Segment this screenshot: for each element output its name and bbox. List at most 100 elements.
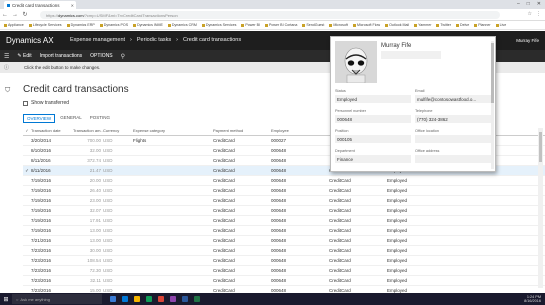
table-row[interactable]: 7/19/2016 13.00 USD CreditCard 000648 CreditC…: [23, 226, 545, 236]
cell-employee: 000027: [271, 138, 287, 143]
grid-scrollbar[interactable]: [538, 128, 543, 288]
table-row[interactable]: 7/19/2016 20.00 USD CreditCard 000648 CreditC…: [23, 176, 545, 186]
table-row[interactable]: 7/19/2016 23.00 USD CreditCard 000648 CreditC…: [23, 196, 545, 206]
card-scroll-thumb[interactable]: [491, 43, 494, 103]
bookmark-item[interactable]: Microsoft Flow: [353, 23, 380, 27]
card-personnel-value[interactable]: 000648: [335, 115, 411, 123]
edit-button[interactable]: ✎ Edit: [17, 53, 31, 59]
card-scrollbar[interactable]: [491, 41, 494, 169]
bookmark-item[interactable]: Yammer: [414, 23, 431, 27]
cell-transaction-date: 7/21/2016: [31, 238, 52, 243]
grid-scroll-thumb[interactable]: [539, 132, 542, 162]
menu-icon[interactable]: ⋮: [536, 11, 541, 17]
tab-overview[interactable]: OVERVIEW: [23, 114, 56, 123]
cell-payment-method-2: CreditCard: [329, 208, 351, 213]
import-transactions-button[interactable]: Import transactions: [40, 53, 83, 59]
bookmark-item[interactable]: Dynamics ERP: [67, 23, 95, 27]
bookmark-item[interactable]: Twitter: [436, 23, 451, 27]
card-position-value[interactable]: 000105: [335, 135, 411, 143]
tab-posting[interactable]: POSTING: [87, 114, 113, 123]
cell-transaction-date: 7/19/2016: [31, 178, 52, 183]
hamburger-icon[interactable]: ☰: [4, 53, 9, 60]
current-user[interactable]: Murray Fife: [516, 38, 539, 43]
bookmark-item[interactable]: Lifecycle Services: [29, 23, 62, 27]
table-row[interactable]: 7/21/2016 13.00 USD CreditCard 000648 CreditC…: [23, 236, 545, 246]
header-expense-category[interactable]: Expense category: [133, 128, 213, 133]
select-all-checkmark-icon[interactable]: ✓: [23, 128, 31, 133]
header-transaction-amount[interactable]: Transaction am...: [73, 128, 103, 133]
show-transferred-toggle[interactable]: Show transferred: [23, 100, 69, 106]
excel-icon[interactable]: [194, 296, 200, 302]
window-close-icon[interactable]: ✕: [537, 1, 541, 7]
onenote-icon[interactable]: [170, 296, 176, 302]
bookmark-item[interactable]: SendGuest: [302, 23, 324, 27]
table-row[interactable]: 7/19/2016 26.40 USD CreditCard 000648 CreditC…: [23, 186, 545, 196]
show-transferred-checkbox[interactable]: [23, 100, 28, 106]
bookmark-item[interactable]: Power BI: [241, 23, 260, 27]
windows-start-icon[interactable]: ⊞: [0, 293, 12, 305]
cell-transaction-date: 8/10/2016: [31, 148, 52, 153]
star-icon[interactable]: ☆: [528, 11, 532, 17]
options-tab[interactable]: OPTIONS: [90, 53, 113, 59]
cell-currency: USD: [103, 158, 113, 163]
edge-icon[interactable]: [122, 296, 128, 302]
bookmark-item[interactable]: Dynamics Services: [202, 23, 237, 27]
task-view-icon[interactable]: [110, 296, 116, 302]
cell-employee: 000648: [271, 158, 287, 163]
breadcrumb-item-expense-management[interactable]: Expense management: [70, 37, 125, 43]
header-currency[interactable]: Currency: [103, 128, 133, 133]
message-text: Click the edit button to make changes.: [24, 65, 101, 70]
browser-tab[interactable]: Credit card transactions ✕: [4, 1, 76, 9]
minimize-icon[interactable]: –: [517, 1, 520, 7]
breadcrumb-item-periodic-tasks[interactable]: Periodic tasks: [137, 37, 171, 43]
url-rest: /?cmp=USMF&mi=TrvCreditCardTransactionsP…: [83, 12, 178, 18]
table-row[interactable]: 7/19/2016 17.91 USD CreditCard 000648 CreditC…: [23, 216, 545, 226]
chrome-icon[interactable]: [158, 296, 164, 302]
page-title: Credit card transactions: [23, 84, 129, 95]
filter-icon[interactable]: ⛉: [5, 87, 10, 95]
bookmark-item[interactable]: Power BI Cortana: [265, 23, 297, 27]
bookmark-item[interactable]: Appliance: [4, 23, 24, 27]
table-row[interactable]: 7/23/2016 72.30 USD CreditCard 000648 CreditC…: [23, 266, 545, 276]
search-icon[interactable]: ⚲: [121, 53, 125, 60]
cell-transaction-date: 7/23/2016: [31, 268, 52, 273]
bookmark-item[interactable]: Planner: [474, 23, 490, 27]
bookmark-item[interactable]: Live: [496, 23, 507, 27]
header-payment-method[interactable]: Payment method: [213, 128, 271, 133]
bookmark-item[interactable]: Dynamics INME: [133, 23, 163, 27]
word-icon[interactable]: [182, 296, 188, 302]
cell-transaction-date: 8/11/2016: [31, 158, 51, 163]
header-employee[interactable]: Employee: [271, 128, 329, 133]
file-explorer-icon[interactable]: [134, 296, 140, 302]
bookmark-item[interactable]: Dynamics CRM: [168, 23, 197, 27]
url-field[interactable]: https://dynamics.com/?cmp=USMF&mi=TrvCre…: [40, 11, 500, 19]
header-transaction-date[interactable]: Transaction date: [31, 128, 73, 133]
taskbar-search[interactable]: ○ Ask me anything: [12, 294, 102, 304]
bookmark-item[interactable]: Microsoft: [329, 23, 348, 27]
tab-close-icon[interactable]: ✕: [71, 3, 74, 8]
back-icon[interactable]: ←: [0, 12, 10, 18]
bookmark-item[interactable]: Delve: [456, 23, 469, 27]
card-email-value[interactable]: mulfife@contosowastfood.o...: [415, 95, 491, 103]
forward-icon[interactable]: →: [10, 12, 20, 18]
breadcrumb-item-credit-card-transactions[interactable]: Credit card transactions: [183, 37, 241, 43]
table-row[interactable]: 7/19/2016 32.07 USD CreditCard 000648 CreditC…: [23, 206, 545, 216]
cell-payment-method-2: CreditCard: [329, 278, 351, 283]
bookmark-item[interactable]: Outlook Mail: [385, 23, 409, 27]
table-row[interactable]: 7/23/2016 32.11 USD CreditCard 000648 CreditC…: [23, 276, 545, 286]
system-tray[interactable]: 1:24 PM 8/16/2016: [524, 295, 541, 303]
cell-payment-method: CreditCard: [213, 228, 235, 233]
cell-employee: 000648: [271, 228, 287, 233]
show-transferred-label: Show transferred: [31, 100, 70, 106]
store-icon[interactable]: [146, 296, 152, 302]
left-rail: ⛉: [0, 73, 16, 293]
card-status-label: Status: [335, 89, 346, 93]
reload-icon[interactable]: ↻: [20, 11, 30, 18]
bookmark-item[interactable]: Dynamics POS: [100, 23, 128, 27]
table-row[interactable]: 7/23/2016 30.00 USD CreditCard 000648 CreditC…: [23, 246, 545, 256]
tab-general[interactable]: GENERAL: [57, 114, 85, 123]
maximize-icon[interactable]: □: [527, 1, 530, 7]
table-row[interactable]: 7/23/2016 108.54 USD CreditCard 000648 Credit…: [23, 256, 545, 266]
row-checkmark-icon[interactable]: ✓: [23, 168, 31, 174]
app-brand[interactable]: Dynamics AX: [6, 36, 54, 45]
